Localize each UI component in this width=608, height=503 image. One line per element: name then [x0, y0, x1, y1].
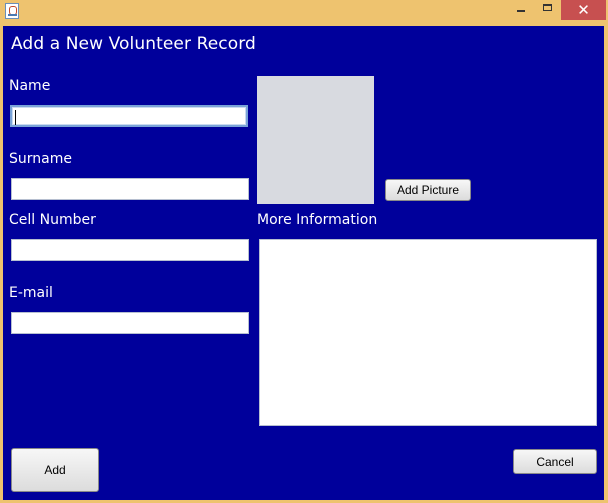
- cell-number-field[interactable]: [11, 239, 249, 261]
- more-information-label: More Information: [257, 212, 378, 228]
- cell-number-label: Cell Number: [9, 212, 96, 228]
- add-picture-button[interactable]: Add Picture: [385, 179, 471, 201]
- page-title: Add a New Volunteer Record: [11, 34, 256, 54]
- form-panel: Add a New Volunteer Record Name Surname …: [3, 26, 604, 500]
- name-label: Name: [9, 78, 51, 94]
- email-label: E-mail: [9, 285, 53, 301]
- surname-label: Surname: [9, 151, 72, 167]
- picture-preview: [257, 76, 374, 204]
- volunteer-record-window: ✕ Add a New Volunteer Record Name Surnam…: [0, 0, 608, 503]
- title-bar[interactable]: ✕: [0, 0, 608, 23]
- maximize-button[interactable]: [534, 0, 561, 20]
- close-button[interactable]: ✕: [561, 0, 606, 20]
- text-caret: [15, 110, 16, 125]
- minimize-button[interactable]: [507, 0, 534, 20]
- more-information-field[interactable]: [259, 239, 597, 426]
- add-button[interactable]: Add: [11, 448, 99, 492]
- surname-field[interactable]: [11, 178, 249, 200]
- java-cup-icon: [5, 3, 19, 19]
- cancel-button[interactable]: Cancel: [513, 449, 597, 474]
- email-field[interactable]: [11, 312, 249, 334]
- name-field[interactable]: [10, 105, 248, 127]
